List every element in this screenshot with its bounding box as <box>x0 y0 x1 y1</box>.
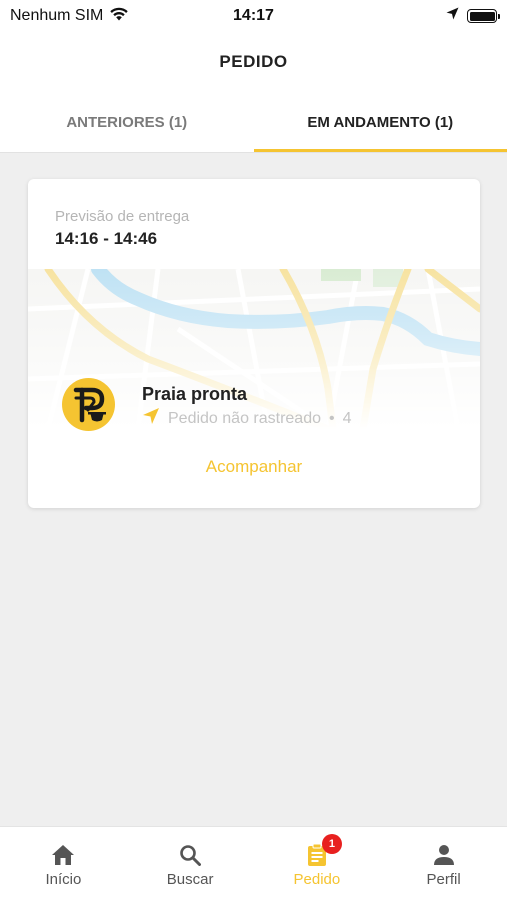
navigation-arrow-icon <box>142 407 160 430</box>
nav-item-inicio[interactable]: Início <box>0 827 127 900</box>
wifi-icon <box>109 6 129 26</box>
tracking-count: 4 <box>342 409 352 427</box>
nav-label-buscar: Buscar <box>166 871 214 888</box>
status-left: Nenhum SIM <box>10 6 129 26</box>
nav-item-perfil[interactable]: Perfil <box>380 827 507 900</box>
clipboard-icon: 1 <box>304 834 342 868</box>
header: PEDIDO <box>0 32 507 92</box>
tab-em-andamento[interactable]: EM ANDAMENTO (1) <box>253 92 507 152</box>
tracking-status: Pedido não rastreado <box>168 409 321 427</box>
tabs-divider <box>0 152 507 153</box>
bottom-nav: Início Buscar 1 Pedido Perfil <box>0 826 507 900</box>
store-name: Praia pronta <box>142 384 248 404</box>
tab-anteriores[interactable]: ANTERIORES (1) <box>0 92 254 152</box>
status-bar: Nenhum SIM 14:17 <box>0 0 507 32</box>
order-count-badge: 1 <box>321 834 342 854</box>
tab-bar: ANTERIORES (1) EM ANDAMENTO (1) <box>0 92 507 152</box>
eta-label: Previsão de entrega <box>55 208 190 225</box>
nav-label-pedido: Pedido <box>293 871 341 888</box>
person-icon <box>431 842 457 868</box>
status-right <box>446 7 500 25</box>
tracking-separator: • <box>329 409 335 427</box>
nav-item-buscar[interactable]: Buscar <box>127 827 254 900</box>
order-card[interactable]: Previsão de entrega 14:16 - 14:46 Praia … <box>28 179 480 508</box>
search-icon <box>177 842 203 868</box>
nav-label-inicio: Início <box>45 871 82 888</box>
follow-order-button[interactable]: Acompanhar <box>28 457 480 477</box>
home-icon <box>50 842 76 868</box>
store-logo-icon <box>62 378 115 431</box>
carrier-label: Nenhum SIM <box>10 7 104 24</box>
location-arrow-icon <box>446 7 459 25</box>
eta-value: 14:16 - 14:46 <box>55 229 158 248</box>
tracking-row: Pedido não rastreado • 4 <box>142 407 352 430</box>
page-title: PEDIDO <box>219 52 288 71</box>
nav-item-pedido[interactable]: 1 Pedido <box>254 827 381 900</box>
nav-label-perfil: Perfil <box>426 871 461 888</box>
battery-icon <box>467 9 500 23</box>
